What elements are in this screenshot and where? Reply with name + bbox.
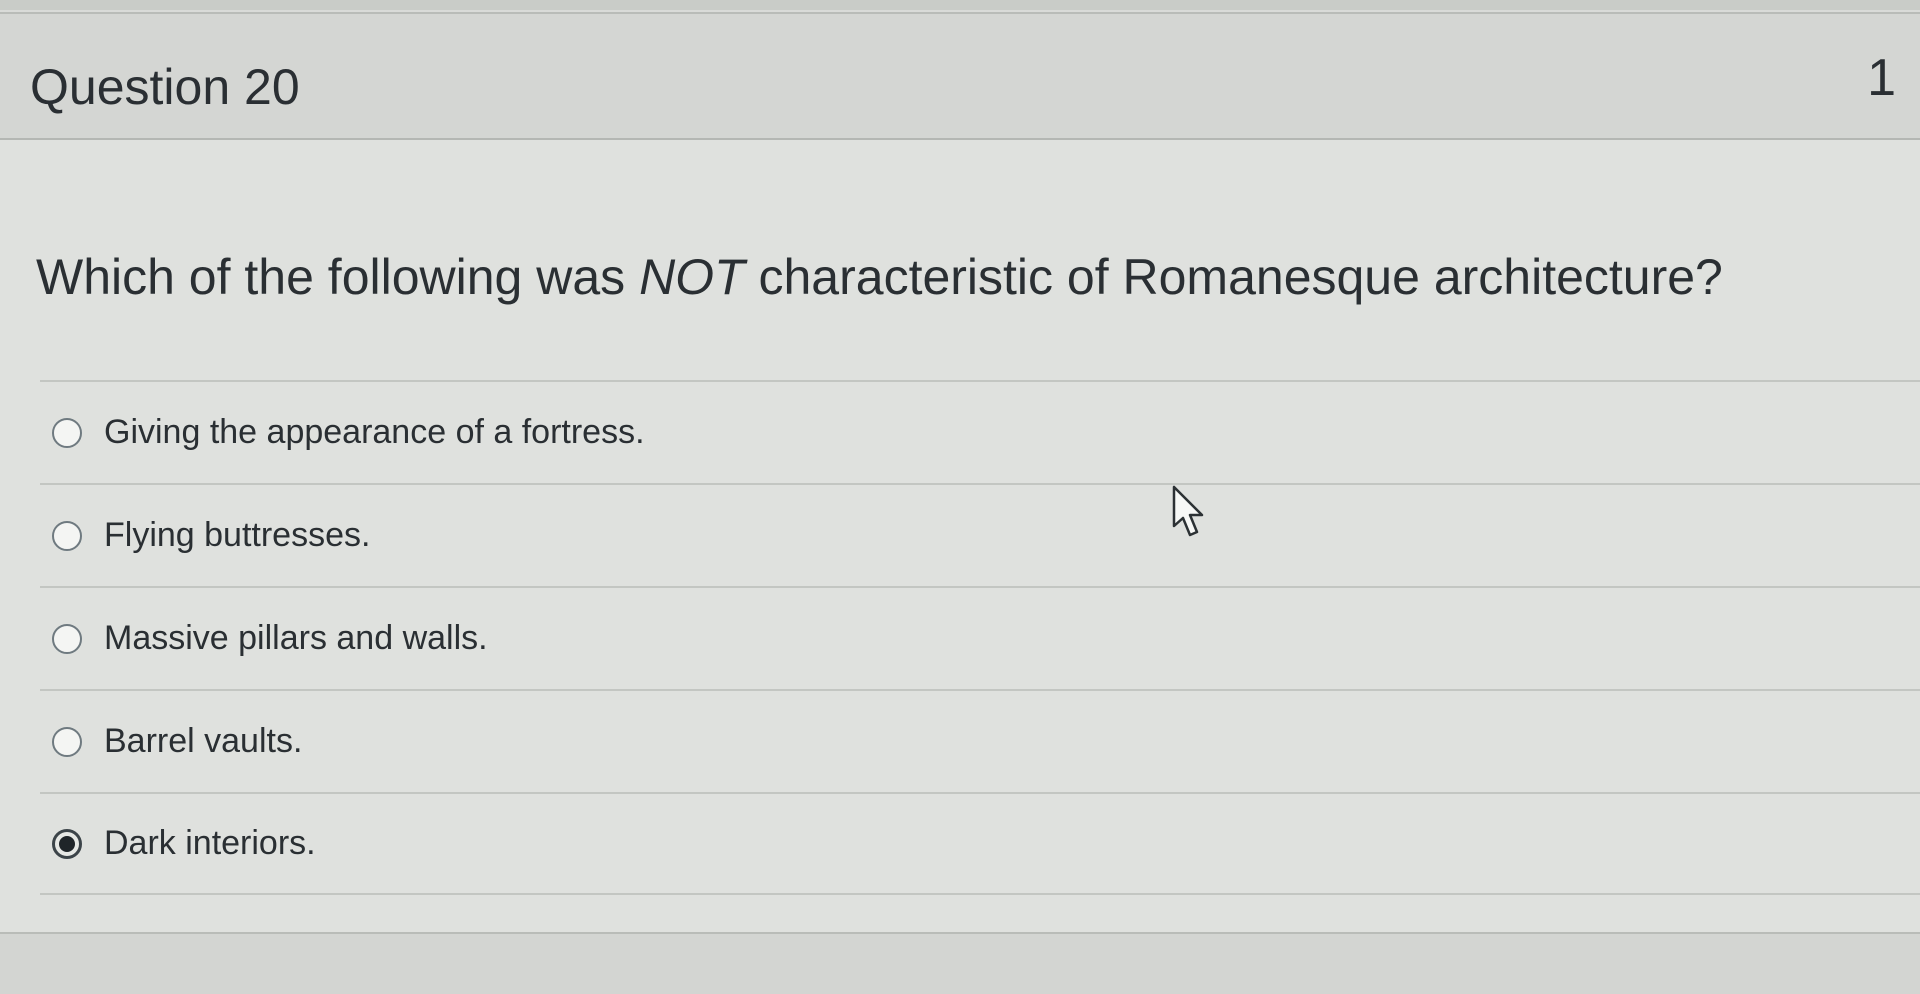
answer-label: Barrel vaults. — [104, 722, 303, 760]
answer-option[interactable]: Massive pillars and walls. — [40, 586, 1920, 689]
answer-label: Giving the appearance of a fortress. — [104, 413, 645, 451]
answer-option[interactable]: Flying buttresses. — [40, 483, 1920, 586]
radio-unchecked-icon[interactable] — [52, 726, 82, 757]
question-header: Question 20 1 — [0, 14, 1920, 140]
radio-unchecked-icon[interactable] — [52, 417, 82, 448]
answer-label: Massive pillars and walls. — [104, 619, 488, 657]
radio-checked-icon[interactable] — [52, 828, 82, 859]
answer-option[interactable]: Giving the appearance of a fortress. — [40, 380, 1920, 483]
question-card: Question 20 1 Which of the following was… — [0, 12, 1920, 934]
mouse-pointer-icon — [1172, 485, 1204, 537]
answer-label: Dark interiors. — [104, 824, 316, 862]
top-strip — [0, 0, 1920, 10]
question-text-emphasis: NOT — [639, 249, 745, 305]
question-text-start: Which of the following was — [36, 249, 640, 305]
question-title: Question 20 — [30, 59, 300, 115]
question-points: 1 — [1867, 49, 1896, 107]
question-text: Which of the following was NOT character… — [36, 250, 1723, 305]
radio-unchecked-icon[interactable] — [52, 623, 82, 654]
bottom-strip — [0, 934, 1920, 994]
answer-option-selected[interactable]: Dark interiors. — [40, 792, 1920, 895]
question-text-end: characteristic of Romanesque architectur… — [744, 249, 1723, 305]
radio-unchecked-icon[interactable] — [52, 520, 82, 551]
answer-label: Flying buttresses. — [104, 516, 371, 554]
answer-option[interactable]: Barrel vaults. — [40, 689, 1920, 792]
answer-list: Giving the appearance of a fortress. Fly… — [40, 380, 1920, 895]
